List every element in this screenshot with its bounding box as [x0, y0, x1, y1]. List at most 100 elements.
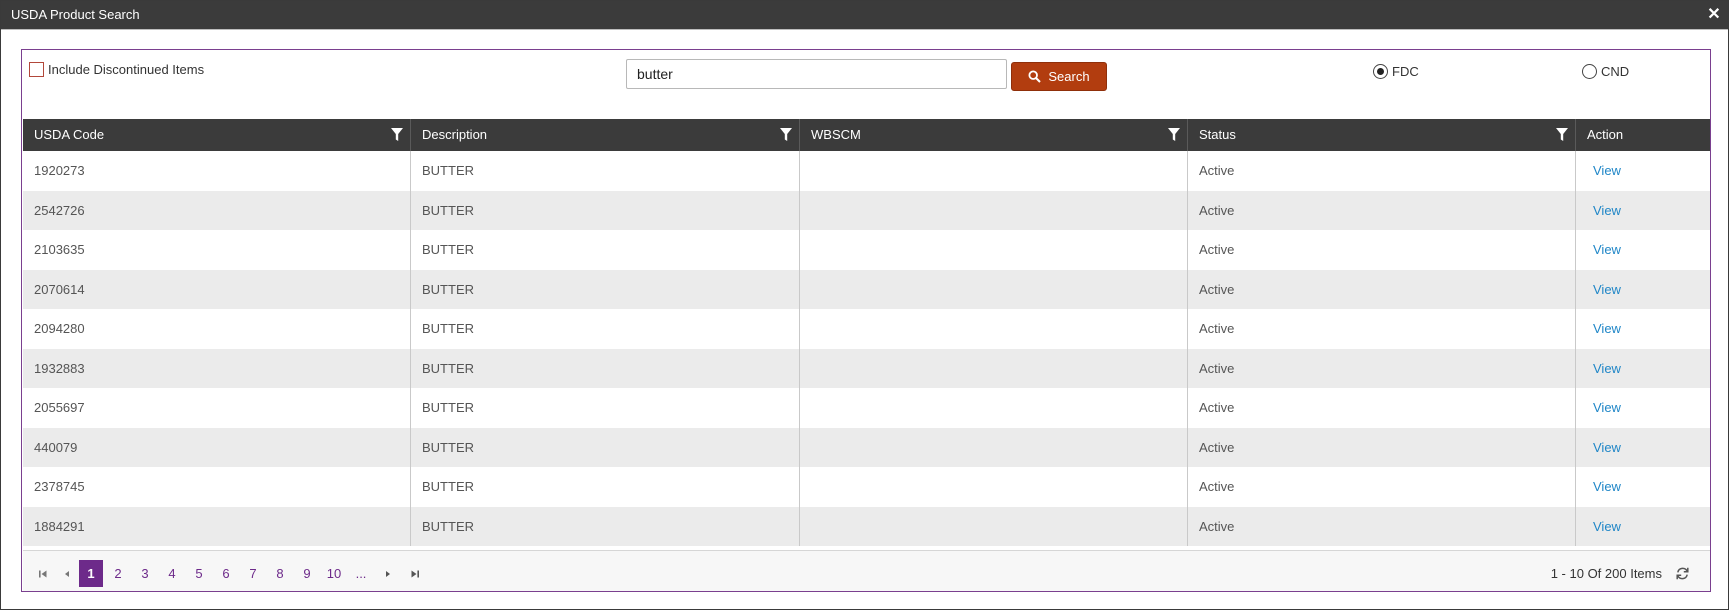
table-row: 1932883 BUTTER Active View — [23, 348, 1710, 389]
cell-usda-code: 2055697 — [23, 388, 411, 428]
filter-icon[interactable] — [391, 128, 403, 142]
search-button[interactable]: Search — [1011, 62, 1107, 91]
cell-action: View — [1576, 507, 1710, 547]
radio-fdc-circle[interactable] — [1373, 64, 1388, 79]
cell-description: BUTTER — [411, 309, 800, 349]
cell-description: BUTTER — [411, 467, 800, 507]
view-link[interactable]: View — [1593, 361, 1621, 376]
cell-description: BUTTER — [411, 506, 800, 546]
cell-status: Active — [1188, 151, 1576, 191]
page-7[interactable]: 7 — [241, 560, 265, 587]
results-grid: USDA Code Description WBSCM Status Actio… — [23, 119, 1710, 546]
usda-product-search-dialog: USDA Product Search ✕ Include Discontinu… — [0, 0, 1729, 610]
dialog-title: USDA Product Search — [11, 7, 140, 22]
page-6[interactable]: 6 — [214, 560, 238, 587]
table-row: 2094280 BUTTER Active View — [23, 309, 1710, 349]
include-discontinued-checkbox[interactable]: Include Discontinued Items — [29, 62, 204, 77]
checkbox-box[interactable] — [29, 62, 44, 77]
radio-cnd-circle[interactable] — [1582, 64, 1597, 79]
last-page-icon[interactable] — [403, 560, 427, 587]
radio-cnd[interactable]: CND — [1582, 64, 1629, 79]
cell-status: Active — [1188, 467, 1576, 507]
column-header-action: Action — [1576, 119, 1710, 151]
titlebar-divider — [1, 29, 1728, 30]
cell-usda-code: 2542726 — [23, 190, 411, 230]
page-8[interactable]: 8 — [268, 560, 292, 587]
page-10[interactable]: 10 — [322, 560, 346, 587]
cell-usda-code: 2378745 — [23, 467, 411, 507]
cell-status: Active — [1188, 190, 1576, 230]
page-1[interactable]: 1 — [79, 560, 103, 587]
cell-wbscm — [800, 506, 1188, 546]
first-page-icon[interactable] — [31, 560, 55, 587]
close-icon[interactable]: ✕ — [1706, 1, 1722, 29]
cell-wbscm — [800, 309, 1188, 349]
column-label: Status — [1199, 127, 1236, 142]
column-label: Action — [1587, 127, 1624, 142]
table-row: 1920273 BUTTER Active View — [23, 151, 1710, 191]
view-link[interactable]: View — [1593, 282, 1621, 297]
cell-description: BUTTER — [411, 190, 800, 230]
column-header-wbscm[interactable]: WBSCM — [800, 119, 1188, 151]
cell-usda-code: 1884291 — [23, 506, 411, 546]
cell-usda-code: 2103635 — [23, 230, 411, 270]
grid-body: 1920273 BUTTER Active View 2542726 BUTTE… — [23, 151, 1710, 546]
filter-icon[interactable] — [780, 128, 792, 142]
view-link[interactable]: View — [1593, 203, 1621, 218]
radio-fdc-label: FDC — [1392, 64, 1419, 79]
cell-description: BUTTER — [411, 230, 800, 270]
cell-status: Active — [1188, 348, 1576, 388]
filter-icon[interactable] — [1168, 128, 1180, 142]
radio-cnd-label: CND — [1601, 64, 1630, 79]
cell-status: Active — [1188, 269, 1576, 309]
column-header-status[interactable]: Status — [1188, 119, 1576, 151]
column-label: Description — [422, 127, 488, 142]
cell-action: View — [1576, 151, 1710, 191]
view-link[interactable]: View — [1593, 440, 1621, 455]
table-row: 2055697 BUTTER Active View — [23, 388, 1710, 428]
previous-page-icon[interactable] — [55, 560, 79, 587]
column-header-usda-code[interactable]: USDA Code — [23, 119, 411, 151]
include-discontinued-label: Include Discontinued Items — [48, 62, 205, 77]
view-link[interactable]: View — [1593, 242, 1621, 257]
table-row: 2378745 BUTTER Active View — [23, 467, 1710, 507]
search-panel: Include Discontinued Items Search FDC CN… — [21, 49, 1711, 592]
column-label: WBSCM — [811, 127, 861, 142]
table-row: 2542726 BUTTER Active View — [23, 190, 1710, 230]
search-button-label: Search — [1048, 69, 1090, 84]
page-ellipsis[interactable]: ... — [349, 560, 373, 587]
view-link[interactable]: View — [1593, 163, 1621, 178]
view-link[interactable]: View — [1593, 400, 1621, 415]
cell-status: Active — [1188, 309, 1576, 349]
page-3[interactable]: 3 — [133, 560, 157, 587]
view-link[interactable]: View — [1593, 519, 1621, 534]
cell-usda-code: 2094280 — [23, 309, 411, 349]
cell-description: BUTTER — [411, 348, 800, 388]
column-label: USDA Code — [34, 127, 105, 142]
cell-action: View — [1576, 467, 1710, 507]
page-5[interactable]: 5 — [187, 560, 211, 587]
page-4[interactable]: 4 — [160, 560, 184, 587]
cell-status: Active — [1188, 427, 1576, 467]
page-9[interactable]: 9 — [295, 560, 319, 587]
cell-action: View — [1576, 428, 1710, 468]
radio-fdc[interactable]: FDC — [1373, 64, 1419, 79]
column-header-description[interactable]: Description — [411, 119, 800, 151]
cell-wbscm — [800, 467, 1188, 507]
grid-header: USDA Code Description WBSCM Status Actio… — [23, 119, 1710, 151]
search-input[interactable] — [626, 59, 1007, 89]
refresh-icon[interactable] — [1675, 566, 1690, 581]
cell-wbscm — [800, 348, 1188, 388]
cell-status: Active — [1188, 230, 1576, 270]
cell-usda-code: 440079 — [23, 427, 411, 467]
filter-icon[interactable] — [1556, 128, 1568, 142]
view-link[interactable]: View — [1593, 321, 1621, 336]
table-row: 440079 BUTTER Active View — [23, 427, 1710, 468]
cell-wbscm — [800, 230, 1188, 270]
next-page-icon[interactable] — [376, 560, 400, 587]
cell-action: View — [1576, 349, 1710, 389]
cell-description: BUTTER — [411, 269, 800, 309]
view-link[interactable]: View — [1593, 479, 1621, 494]
page-2[interactable]: 2 — [106, 560, 130, 587]
cell-wbscm — [800, 269, 1188, 309]
